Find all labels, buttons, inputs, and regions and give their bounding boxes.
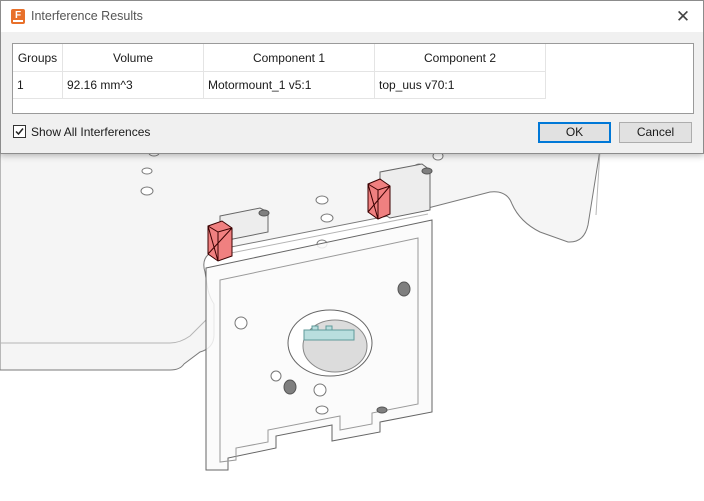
interference-volume-right[interactable] xyxy=(367,178,391,220)
column-header-component-2[interactable]: Component 2 xyxy=(374,44,546,72)
column-header-component-1[interactable]: Component 1 xyxy=(203,44,375,72)
column-header-groups[interactable]: Groups xyxy=(13,44,63,72)
show-all-interferences-label[interactable]: Show All Interferences xyxy=(31,125,150,139)
cancel-button[interactable]: Cancel xyxy=(619,122,692,143)
results-table: Groups Volume Component 1 Component 2 1 … xyxy=(12,43,694,114)
column-header-volume[interactable]: Volume xyxy=(62,44,204,72)
interference-volume-left[interactable] xyxy=(207,220,233,262)
show-all-interferences-checkbox[interactable] xyxy=(13,125,26,138)
ok-button[interactable]: OK xyxy=(538,122,611,143)
table-row[interactable]: 1 92.16 mm^3 Motormount_1 v5:1 top_uus v… xyxy=(13,71,546,99)
dialog-titlebar[interactable]: F Interference Results ✕ xyxy=(1,1,703,32)
cell-component-1: Motormount_1 v5:1 xyxy=(203,71,375,99)
cell-volume: 92.16 mm^3 xyxy=(62,71,204,99)
table-header-row: Groups Volume Component 1 Component 2 xyxy=(13,44,546,72)
cell-component-2: top_uus v70:1 xyxy=(374,71,546,99)
dialog-title: Interference Results xyxy=(31,9,143,23)
interference-results-dialog: F Interference Results ✕ Groups Volume C… xyxy=(0,0,704,154)
checkmark-icon xyxy=(15,128,24,136)
cell-group: 1 xyxy=(13,71,63,99)
fusion-app-icon: F xyxy=(11,9,25,24)
close-button[interactable]: ✕ xyxy=(663,1,703,32)
